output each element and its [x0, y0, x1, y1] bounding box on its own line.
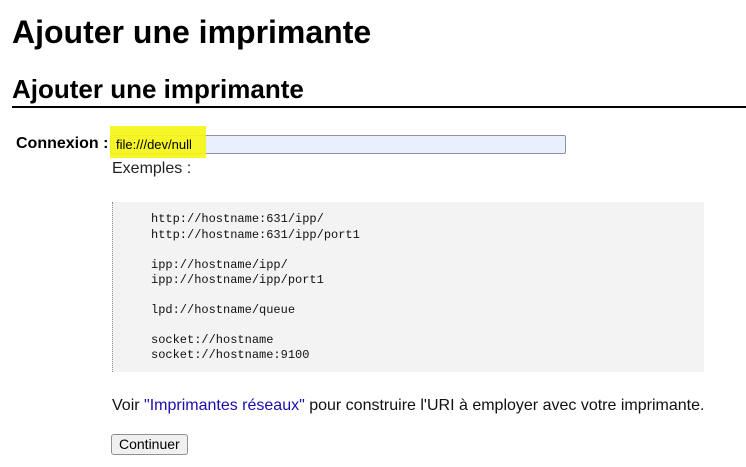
section-title: Ajouter une imprimante — [12, 74, 304, 104]
example-uri-line: socket://hostname:9100 — [151, 348, 310, 362]
example-uri-line: http://hostname:631/ipp/port1 — [151, 228, 360, 242]
example-uri-line: ipp://hostname/ipp/port1 — [151, 273, 324, 287]
examples-label: Exemples : — [112, 160, 192, 177]
connection-label: Connexion : — [16, 135, 109, 152]
connection-uri-input[interactable] — [110, 135, 566, 154]
example-uri-line: lpd://hostname/queue — [151, 303, 296, 317]
note-prefix: Voir — [112, 397, 145, 414]
continue-button[interactable]: Continuer — [111, 434, 188, 455]
example-uri-line: http://hostname:631/ipp/ — [151, 212, 324, 226]
note-suffix: pour construire l'URI à employer avec vo… — [304, 397, 705, 414]
uri-help-note: Voir "Imprimantes réseaux" pour construi… — [112, 397, 704, 415]
network-printers-link[interactable]: "Imprimantes réseaux" — [144, 397, 305, 414]
example-uri-line: ipp://hostname/ipp/ — [151, 258, 288, 272]
page-title: Ajouter une imprimante — [12, 14, 372, 50]
example-uri-line: socket://hostname — [151, 333, 274, 347]
section-divider — [12, 106, 746, 108]
